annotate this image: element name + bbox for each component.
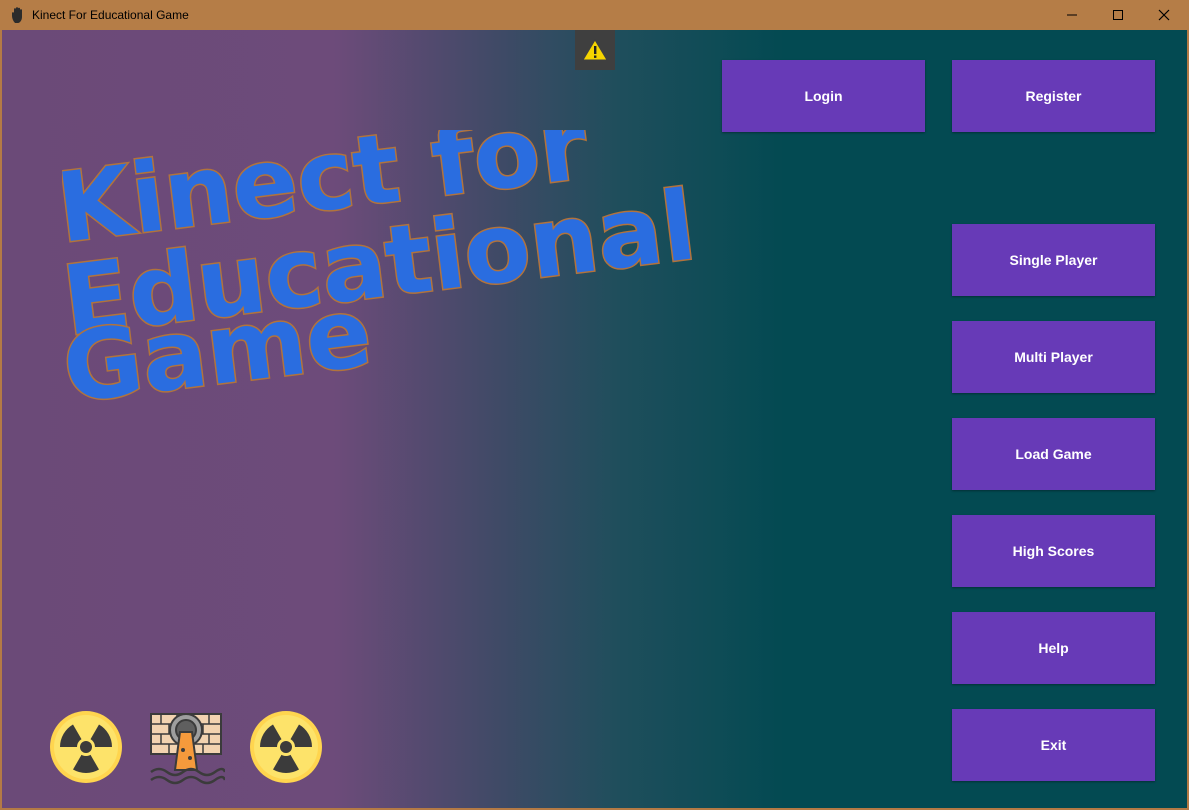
radiation-icon — [50, 711, 122, 783]
minimize-button[interactable] — [1049, 0, 1095, 30]
warning-icon — [582, 39, 608, 61]
login-button[interactable]: Login — [722, 60, 925, 132]
window-title: Kinect For Educational Game — [32, 8, 189, 22]
help-button[interactable]: Help — [952, 612, 1155, 684]
main-screen: Kinect for Educational Game Login Regist… — [2, 30, 1187, 808]
maximize-button[interactable] — [1095, 0, 1141, 30]
exit-button[interactable]: Exit — [952, 709, 1155, 781]
game-logo: Kinect for Educational Game — [62, 130, 703, 426]
hand-icon — [12, 7, 22, 23]
close-button[interactable] — [1141, 0, 1187, 30]
single-player-button[interactable]: Single Player — [952, 224, 1155, 296]
close-icon — [1158, 9, 1170, 21]
minimize-icon — [1067, 14, 1077, 16]
register-button[interactable]: Register — [952, 60, 1155, 132]
load-game-button[interactable]: Load Game — [952, 418, 1155, 490]
app-window: Kinect For Educational Game Kinect for E… — [0, 0, 1189, 810]
high-scores-button[interactable]: High Scores — [952, 515, 1155, 587]
warning-indicator[interactable] — [575, 30, 615, 70]
title-bar[interactable]: Kinect For Educational Game — [0, 0, 1189, 30]
sewage-pipe-icon — [150, 713, 225, 785]
multi-player-button[interactable]: Multi Player — [952, 321, 1155, 393]
maximize-icon — [1113, 10, 1123, 20]
radiation-icon — [250, 711, 322, 783]
